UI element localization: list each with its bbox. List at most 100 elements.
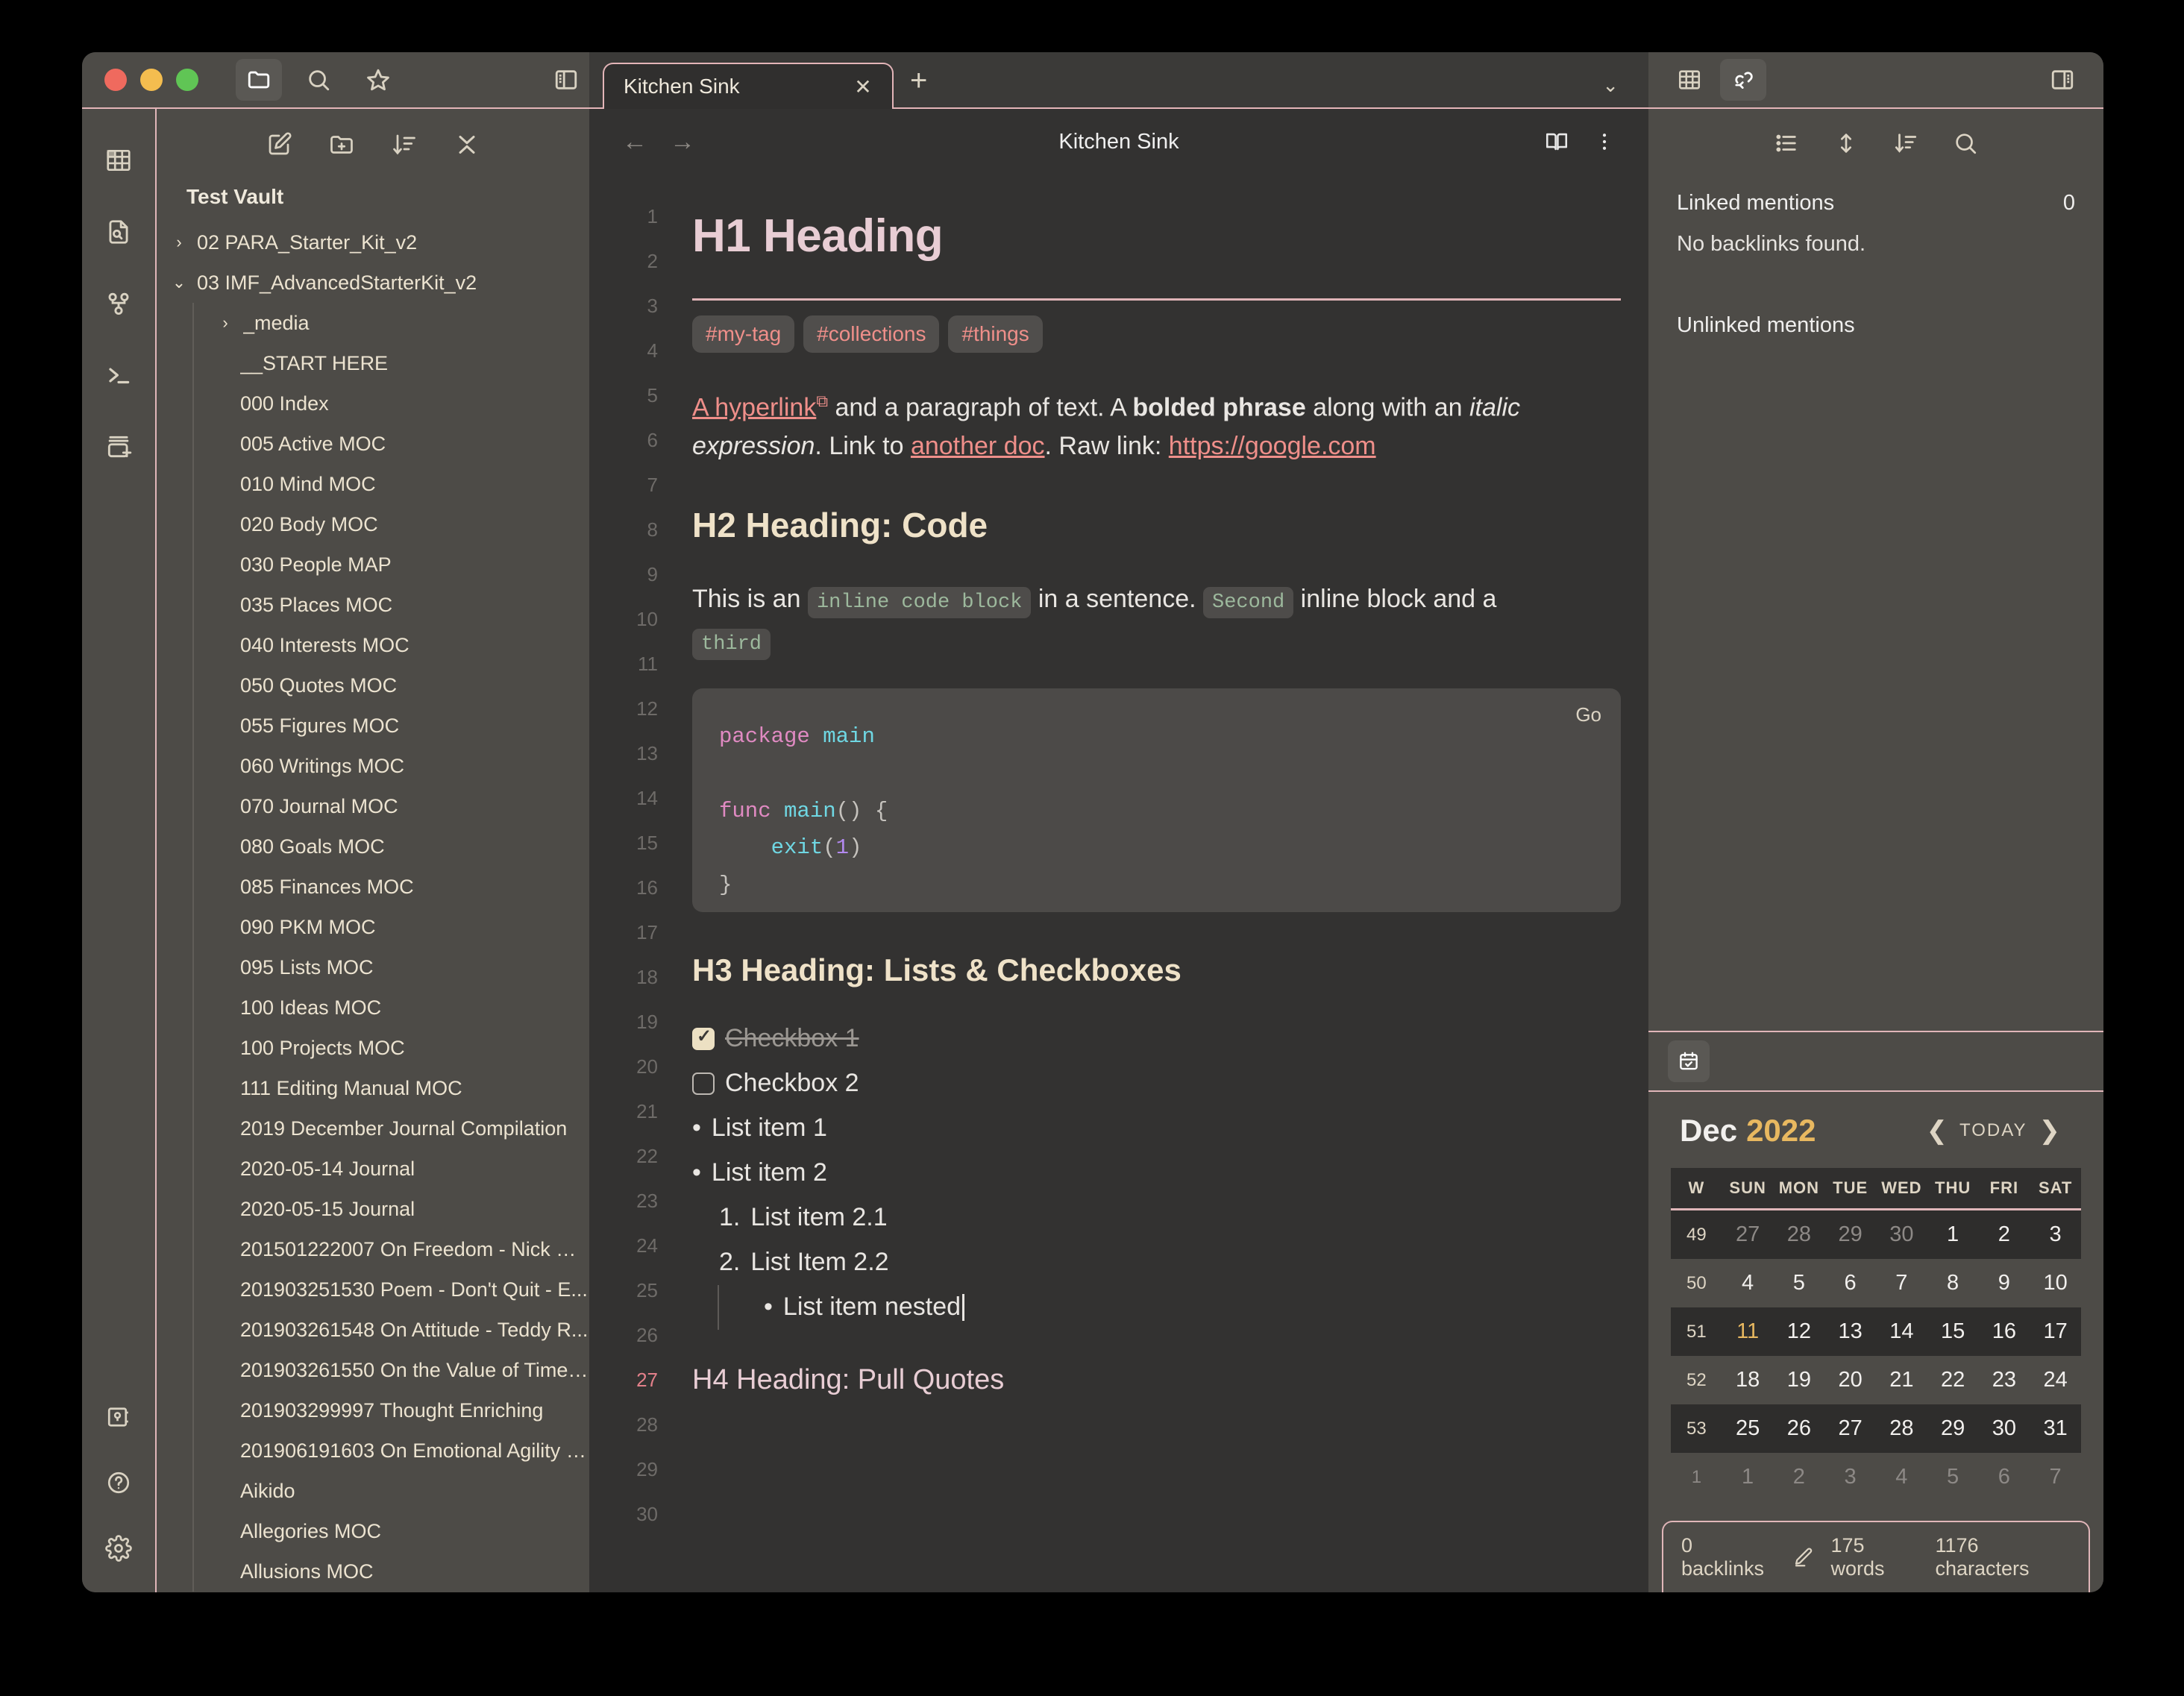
chevron-down-icon[interactable]: ⌄ bbox=[164, 273, 194, 292]
calendar-day-cell[interactable]: 12 bbox=[1774, 1307, 1825, 1356]
expand-icon[interactable] bbox=[1833, 131, 1859, 156]
tree-file[interactable]: 055 Figures MOC bbox=[194, 706, 589, 746]
back-button[interactable]: ← bbox=[622, 128, 647, 157]
tree-file[interactable]: Allusions MOC bbox=[194, 1551, 589, 1592]
calendar-day-cell[interactable]: 3 bbox=[2030, 1210, 2081, 1260]
checkbox-item-2[interactable]: Checkbox 2 bbox=[692, 1061, 1559, 1106]
calendar-day-cell[interactable]: 16 bbox=[1979, 1307, 2030, 1356]
calendar-day-cell[interactable]: 28 bbox=[1876, 1404, 1927, 1453]
calendar-day-cell[interactable]: 28 bbox=[1774, 1210, 1825, 1260]
calendar-week-number[interactable]: 50 bbox=[1671, 1259, 1722, 1307]
calendar-week-number[interactable]: 49 bbox=[1671, 1210, 1722, 1260]
calendar-week-number[interactable]: 52 bbox=[1671, 1356, 1722, 1404]
sort-icon[interactable] bbox=[1893, 131, 1918, 156]
tree-file[interactable]: 201903261548 On Attitude - Teddy R... bbox=[194, 1310, 589, 1350]
calendar-day-cell[interactable]: 7 bbox=[1876, 1259, 1927, 1307]
status-backlinks[interactable]: 0 backlinks bbox=[1681, 1534, 1776, 1580]
tree-file[interactable]: 100 Projects MOC bbox=[194, 1028, 589, 1068]
calendar-day-cell[interactable]: 26 bbox=[1774, 1404, 1825, 1453]
internal-link-another-doc[interactable]: another doc bbox=[911, 432, 1045, 460]
calendar-day-cell[interactable]: 4 bbox=[1876, 1453, 1927, 1501]
calendar-day-cell[interactable]: 25 bbox=[1722, 1404, 1774, 1453]
tree-file[interactable]: 010 Mind MOC bbox=[194, 464, 589, 504]
calendar-day-cell[interactable]: 2 bbox=[1774, 1453, 1825, 1501]
calendar-day-cell[interactable]: 13 bbox=[1824, 1307, 1876, 1356]
search-icon[interactable] bbox=[295, 59, 342, 101]
tree-file[interactable]: 201903299997 Thought Enriching bbox=[194, 1390, 589, 1430]
more-vertical-icon[interactable] bbox=[1593, 129, 1616, 154]
calendar-next-button[interactable]: ❯ bbox=[2027, 1116, 2073, 1146]
tree-file[interactable]: 050 Quotes MOC bbox=[194, 665, 589, 706]
terminal-icon[interactable] bbox=[95, 352, 142, 398]
calendar-prev-button[interactable]: ❮ bbox=[1915, 1116, 1960, 1146]
raw-link-google[interactable]: https://google.com bbox=[1169, 432, 1376, 460]
unlinked-mentions-row[interactable]: Unlinked mentions bbox=[1677, 313, 2075, 338]
tree-file[interactable]: 2019 December Journal Compilation bbox=[194, 1108, 589, 1149]
calendar-day-cell[interactable]: 1 bbox=[1927, 1210, 1979, 1260]
new-tab-button[interactable]: + bbox=[894, 66, 944, 107]
chevron-right-icon[interactable]: › bbox=[164, 233, 194, 252]
tab-kitchen-sink[interactable]: Kitchen Sink ✕ bbox=[603, 63, 894, 109]
calendar-day-cell[interactable]: 4 bbox=[1722, 1259, 1774, 1307]
book-open-icon[interactable] bbox=[1544, 129, 1569, 154]
tree-file[interactable]: 085 Finances MOC bbox=[194, 867, 589, 907]
toggle-right-sidebar-icon[interactable] bbox=[2039, 59, 2086, 101]
table-icon[interactable] bbox=[95, 137, 142, 183]
markdown-editor[interactable]: 1234567891011121314151617181920212223242… bbox=[589, 175, 1648, 1592]
calendar-week-number[interactable]: 51 bbox=[1671, 1307, 1722, 1356]
tree-file[interactable]: 005 Active MOC bbox=[194, 424, 589, 464]
tag-my-tag[interactable]: #my-tag bbox=[692, 315, 794, 353]
tree-file[interactable]: 040 Interests MOC bbox=[194, 625, 589, 665]
pencil-icon[interactable] bbox=[1792, 1546, 1815, 1568]
tree-file[interactable]: 095 Lists MOC bbox=[194, 947, 589, 987]
calendar-day-cell[interactable]: 10 bbox=[2030, 1259, 2081, 1307]
tree-file[interactable]: 060 Writings MOC bbox=[194, 746, 589, 786]
tree-file[interactable]: 080 Goals MOC bbox=[194, 826, 589, 867]
calendar-day-cell[interactable]: 30 bbox=[1979, 1404, 2030, 1453]
tree-file[interactable]: 201903261550 On the Value of Time ... bbox=[194, 1350, 589, 1390]
folder-icon[interactable] bbox=[236, 59, 282, 101]
calendar-week-number[interactable]: 53 bbox=[1671, 1404, 1722, 1453]
tag-things[interactable]: #things bbox=[948, 315, 1042, 353]
tree-file[interactable]: 100 Ideas MOC bbox=[194, 987, 589, 1028]
tree-file[interactable]: 070 Journal MOC bbox=[194, 786, 589, 826]
calendar-day-cell[interactable]: 23 bbox=[1979, 1356, 2030, 1404]
tree-folder[interactable]: ›02 PARA_Starter_Kit_v2 bbox=[164, 222, 589, 263]
collapse-all-icon[interactable] bbox=[454, 131, 480, 158]
search-icon[interactable] bbox=[1953, 131, 1978, 156]
calendar-day-cell[interactable]: 2 bbox=[1979, 1210, 2030, 1260]
checkbox-checked-icon[interactable] bbox=[692, 1028, 715, 1050]
tree-file[interactable]: 2020-05-15 Journal bbox=[194, 1189, 589, 1229]
calendar-day-cell[interactable]: 15 bbox=[1927, 1307, 1979, 1356]
tree-file[interactable]: 020 Body MOC bbox=[194, 504, 589, 544]
tree-file[interactable]: 201501222007 On Freedom - Nick Milo bbox=[194, 1229, 589, 1269]
tree-file[interactable]: Allegories MOC bbox=[194, 1511, 589, 1551]
calendar-day-cell[interactable]: 8 bbox=[1927, 1259, 1979, 1307]
calendar-day-cell[interactable]: 20 bbox=[1824, 1356, 1876, 1404]
backlink-icon[interactable] bbox=[1720, 59, 1766, 101]
maximize-window-button[interactable] bbox=[176, 69, 198, 91]
tree-file[interactable]: 2020-05-14 Journal bbox=[194, 1149, 589, 1189]
close-window-button[interactable] bbox=[104, 69, 127, 91]
calendar-day-cell[interactable]: 27 bbox=[1722, 1210, 1774, 1260]
tree-file[interactable]: 000 Index bbox=[194, 383, 589, 424]
calendar-day-cell[interactable]: 7 bbox=[2030, 1453, 2081, 1501]
calendar-today-button[interactable]: TODAY bbox=[1959, 1120, 2027, 1141]
sort-icon[interactable] bbox=[391, 131, 418, 158]
calendar-day-cell[interactable]: 31 bbox=[2030, 1404, 2081, 1453]
calendar-day-cell[interactable]: 24 bbox=[2030, 1356, 2081, 1404]
calendar-day-cell[interactable]: 27 bbox=[1824, 1404, 1876, 1453]
calendar-week-number[interactable]: 1 bbox=[1671, 1453, 1722, 1501]
new-canvas-icon[interactable] bbox=[95, 424, 142, 470]
vault-icon[interactable] bbox=[95, 1394, 142, 1440]
calendar-day-cell[interactable]: 29 bbox=[1927, 1404, 1979, 1453]
calendar-day-cell[interactable]: 5 bbox=[1774, 1259, 1825, 1307]
calendar-day-cell[interactable]: 19 bbox=[1774, 1356, 1825, 1404]
tree-file[interactable]: 090 PKM MOC bbox=[194, 907, 589, 947]
chevron-down-icon[interactable]: ⌄ bbox=[1602, 74, 1619, 97]
tree-file[interactable]: 111 Editing Manual MOC bbox=[194, 1068, 589, 1108]
calendar-day-cell[interactable]: 5 bbox=[1927, 1453, 1979, 1501]
minimize-window-button[interactable] bbox=[140, 69, 163, 91]
close-icon[interactable]: ✕ bbox=[850, 75, 876, 99]
table-icon[interactable] bbox=[1666, 59, 1713, 101]
